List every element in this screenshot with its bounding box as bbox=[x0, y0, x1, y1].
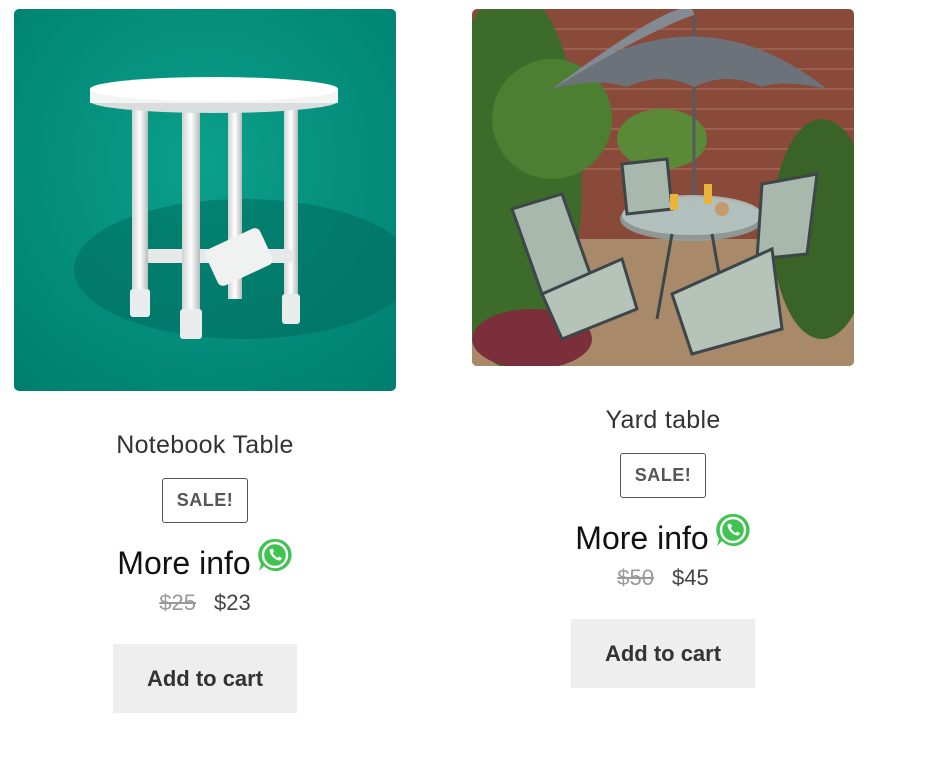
product-title[interactable]: Notebook Table bbox=[14, 431, 396, 460]
original-price: $25 bbox=[159, 590, 196, 615]
patio-set-image bbox=[472, 9, 854, 366]
more-info-link[interactable]: More info bbox=[14, 538, 396, 582]
add-to-cart-button[interactable]: Add to cart bbox=[571, 619, 755, 688]
more-info-label: More info bbox=[117, 545, 251, 581]
sale-price: $45 bbox=[672, 565, 709, 590]
product-card-yard-table: Yard table SALE! More info $50 $45 Add to… bbox=[472, 9, 854, 688]
whatsapp-icon[interactable] bbox=[715, 512, 751, 548]
price: $50 $45 bbox=[472, 565, 854, 591]
sale-badge: SALE! bbox=[161, 478, 249, 523]
product-title[interactable]: Yard table bbox=[472, 406, 854, 435]
more-info-label: More info bbox=[575, 520, 709, 556]
sale-price: $23 bbox=[214, 590, 251, 615]
price: $25 $23 bbox=[14, 590, 396, 616]
add-to-cart-button[interactable]: Add to cart bbox=[113, 644, 297, 713]
product-image-link[interactable] bbox=[472, 9, 854, 366]
product-card-notebook-table: Notebook Table SALE! More info $25 $23 Ad… bbox=[14, 9, 396, 713]
more-info-link[interactable]: More info bbox=[472, 513, 854, 557]
sale-badge: SALE! bbox=[619, 453, 707, 498]
product-image-link[interactable] bbox=[14, 9, 396, 391]
whatsapp-icon[interactable] bbox=[257, 537, 293, 573]
white-table-image bbox=[14, 9, 396, 391]
original-price: $50 bbox=[617, 565, 654, 590]
